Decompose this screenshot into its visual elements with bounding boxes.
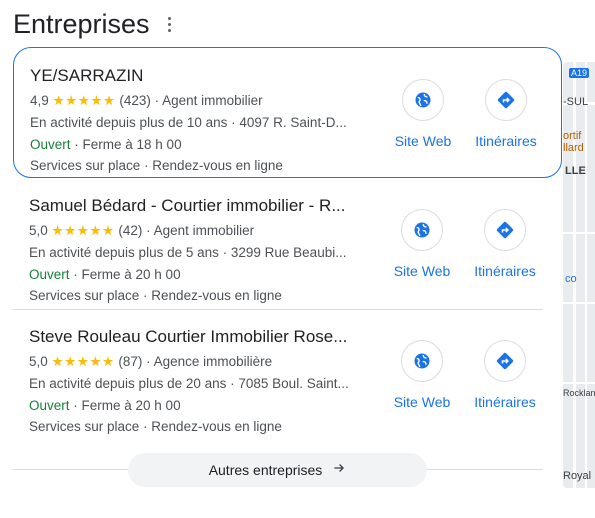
rating-line: 4,9 ★★★★★ (423) · Agent immobilier: [30, 93, 263, 108]
directions-button[interactable]: Itinéraires: [460, 340, 550, 410]
rating-value: 5,0: [29, 354, 48, 369]
review-count: (87): [118, 354, 143, 369]
directions-icon: [485, 79, 527, 121]
open-status: Ouvert: [30, 137, 71, 152]
globe-icon: [401, 209, 443, 251]
business-name[interactable]: Steve Rouleau Courtier Immobilier Rose..…: [29, 327, 369, 347]
more-options-icon[interactable]: [162, 14, 178, 34]
directions-label: Itinéraires: [475, 133, 537, 149]
rating-value: 4,9: [30, 93, 49, 108]
star-rating-icon: ★★★★★: [51, 223, 115, 238]
website-label: Site Web: [394, 133, 452, 149]
services-line: Services sur place · Rendez-vous en lign…: [29, 419, 282, 434]
business-category: Agent immobilier: [153, 223, 255, 238]
more-businesses-label: Autres entreprises: [208, 462, 323, 478]
arrow-right-icon: [332, 461, 346, 480]
closing-time: Ferme à 20 h 00: [81, 398, 181, 413]
review-count: (42): [118, 223, 143, 238]
directions-icon: [484, 209, 526, 251]
business-tenure: En activité depuis plus de 10 ans: [30, 115, 228, 130]
website-button[interactable]: Site Web: [377, 340, 467, 410]
review-count: (423): [119, 93, 151, 108]
website-button[interactable]: Site Web: [378, 79, 468, 149]
section-header: Entreprises: [13, 8, 178, 40]
directions-label: Itinéraires: [474, 263, 536, 279]
business-category: Agent immobilier: [162, 93, 263, 108]
rating-line: 5,0 ★★★★★ (87) · Agence immobilière: [29, 354, 273, 369]
directions-button[interactable]: Itinéraires: [460, 209, 550, 279]
hours-line: Ouvert · Ferme à 18 h 00: [30, 137, 182, 152]
directions-button[interactable]: Itinéraires: [461, 79, 551, 149]
open-status: Ouvert: [29, 267, 70, 282]
hours-line: Ouvert · Ferme à 20 h 00: [29, 398, 181, 413]
details-line: En activité depuis plus de 10 ans · 4097…: [30, 115, 347, 130]
details-line: En activité depuis plus de 20 ans · 7085…: [29, 376, 349, 391]
more-businesses-button[interactable]: Autres entreprises: [128, 453, 427, 487]
star-rating-icon: ★★★★★: [52, 93, 116, 108]
business-name[interactable]: YE/SARRAZIN: [30, 66, 370, 86]
services-line: Services sur place · Rendez-vous en lign…: [29, 288, 282, 303]
rating-value: 5,0: [29, 223, 48, 238]
globe-icon: [402, 79, 444, 121]
directions-label: Itinéraires: [474, 394, 536, 410]
rating-line: 5,0 ★★★★★ (42) · Agent immobilier: [29, 223, 255, 238]
map-label: A19: [569, 68, 590, 78]
closing-time: Ferme à 20 h 00: [81, 267, 181, 282]
map-label: LLE: [565, 165, 586, 177]
business-tenure: En activité depuis plus de 20 ans: [29, 376, 227, 391]
website-button[interactable]: Site Web: [377, 209, 467, 279]
business-address: 4097 R. Saint-D...: [239, 115, 347, 130]
business-card[interactable]: YE/SARRAZIN 4,9 ★★★★★ (423) · Agent immo…: [13, 47, 562, 178]
business-address: 7085 Boul. Saint...: [238, 376, 349, 391]
business-card[interactable]: Steve Rouleau Courtier Immobilier Rose..…: [13, 309, 562, 440]
details-line: En activité depuis plus de 5 ans · 3299 …: [29, 245, 347, 260]
map-label: llard: [563, 142, 584, 154]
closing-time: Ferme à 18 h 00: [82, 137, 182, 152]
map-label: Royal: [563, 470, 592, 482]
website-label: Site Web: [393, 394, 451, 410]
business-tenure: En activité depuis plus de 5 ans: [29, 245, 219, 260]
business-name[interactable]: Samuel Bédard - Courtier immobilier - R.…: [29, 196, 369, 216]
open-status: Ouvert: [29, 398, 70, 413]
website-label: Site Web: [393, 263, 451, 279]
star-rating-icon: ★★★★★: [51, 354, 115, 369]
business-card[interactable]: Samuel Bédard - Courtier immobilier - R.…: [13, 178, 562, 309]
map-label: Rocklan: [563, 388, 595, 398]
hours-line: Ouvert · Ferme à 20 h 00: [29, 267, 181, 282]
services-line: Services sur place · Rendez-vous en lign…: [30, 158, 283, 173]
section-title: Entreprises: [13, 9, 150, 39]
map-label: -SUL: [563, 96, 589, 108]
business-address: 3299 Rue Beaubi...: [230, 245, 347, 260]
map-label: ortif: [563, 130, 582, 142]
globe-icon: [401, 340, 443, 382]
directions-icon: [484, 340, 526, 382]
map-label: co: [565, 273, 577, 285]
map-preview[interactable]: A19 -SUL ortif llard LLE co Rocklan Roya…: [563, 62, 595, 488]
business-category: Agence immobilière: [153, 354, 273, 369]
